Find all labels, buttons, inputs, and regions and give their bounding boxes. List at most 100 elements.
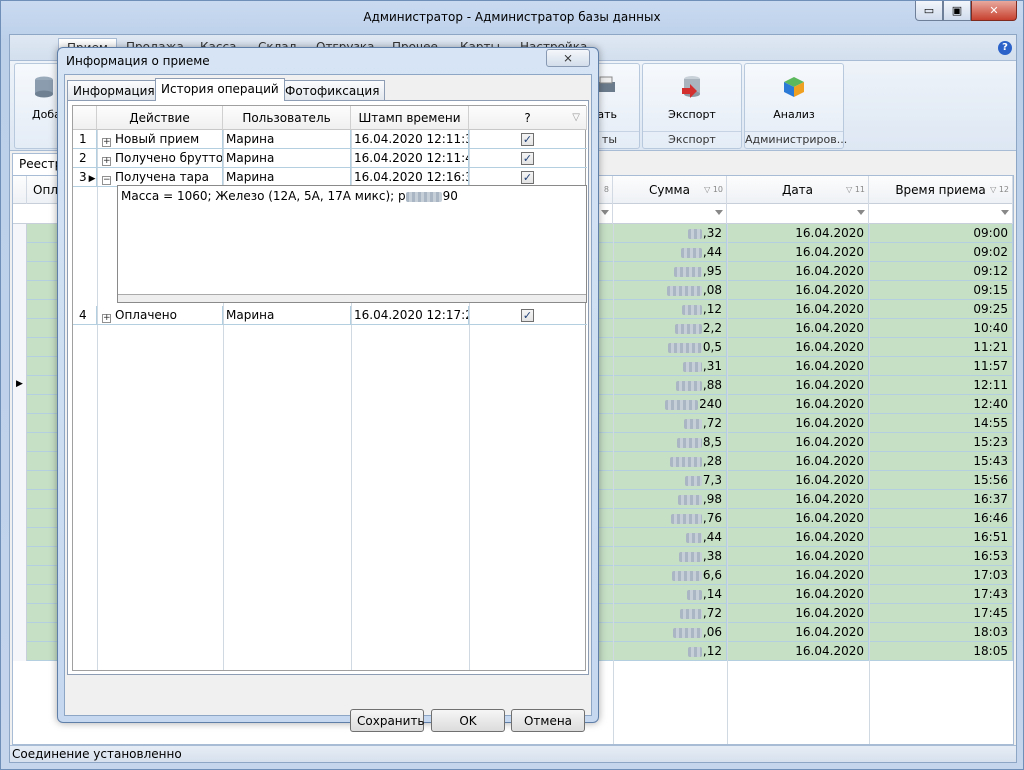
checkbox[interactable]: ✓ (521, 133, 534, 146)
detail-text: Масса = 1060; Железо (12А, 5А, 17А микс)… (121, 189, 458, 203)
tab-istoriya-operaciy[interactable]: История операций (155, 78, 285, 101)
row-indicator[interactable] (13, 319, 27, 338)
minimize-button[interactable]: ▭ (915, 1, 943, 21)
filter-summa[interactable] (613, 204, 727, 224)
cell-vremya: 16:46 (869, 509, 1013, 528)
save-button[interactable]: Сохранить (350, 709, 425, 732)
row-indicator[interactable] (13, 281, 27, 300)
row-indicator[interactable] (13, 585, 27, 604)
row-indicator[interactable] (13, 471, 27, 490)
row-indicator[interactable] (13, 452, 27, 471)
close-button[interactable]: ✕ (971, 1, 1017, 21)
restore-icon: ▣ (951, 4, 963, 17)
cell-vremya: 17:03 (869, 566, 1013, 585)
cell-vremya: 10:40 (869, 319, 1013, 338)
redacted-block (665, 399, 699, 410)
horizontal-scrollbar[interactable] (118, 294, 586, 302)
checkbox[interactable]: ✓ (521, 309, 534, 322)
ok-button[interactable]: OK (431, 709, 505, 732)
export-group-label: Экспорт (668, 133, 716, 146)
row-indicator[interactable] (13, 490, 27, 509)
cell-vremya: 11:21 (869, 338, 1013, 357)
history-row[interactable]: 1 + Новый прием Марина 16.04.2020 12:11:3… (73, 130, 587, 149)
cell-data: 16.04.2020 (727, 547, 869, 566)
dialog-close-button[interactable]: ⨯ (546, 49, 590, 67)
header-deystvie[interactable]: Действие (97, 106, 223, 130)
redacted-block (682, 361, 702, 372)
header-shtamp[interactable]: Штамп времени (351, 106, 469, 130)
cell-summa: ,44 (613, 528, 727, 547)
row-indicator[interactable] (13, 262, 27, 281)
checkbox[interactable]: ✓ (521, 171, 534, 184)
redacted-block (669, 456, 702, 467)
analysis-button[interactable]: Анализ (745, 108, 843, 121)
row-indicator[interactable]: ▶ (13, 376, 27, 395)
current-row-indicator-icon: ▶ (88, 174, 96, 184)
cell-data: 16.04.2020 (727, 623, 869, 642)
row-indicator[interactable] (13, 224, 27, 243)
row-indicator[interactable] (13, 357, 27, 376)
group-separator (745, 131, 843, 132)
help-icon[interactable]: ? (998, 41, 1012, 55)
close-icon: ✕ (989, 4, 999, 17)
row-flag: ✓ (469, 149, 587, 168)
row-indicator[interactable] (13, 338, 27, 357)
redacted-block (680, 247, 702, 258)
cell-summa: 240 (613, 395, 727, 414)
filter-data[interactable] (727, 204, 869, 224)
cell-data: 16.04.2020 (727, 585, 869, 604)
row-indicator[interactable] (13, 414, 27, 433)
ribbon-group-export: Экспорт Экспорт (642, 63, 742, 149)
col-divider (869, 224, 870, 744)
header-polzovatel[interactable]: Пользователь (223, 106, 351, 130)
checkbox[interactable]: ✓ (521, 152, 534, 165)
row-number: 4 (73, 306, 97, 325)
row-indicator[interactable] (13, 642, 27, 661)
cell-summa: ,28 (613, 452, 727, 471)
cell-data: 16.04.2020 (727, 243, 869, 262)
redacted-block (666, 285, 702, 296)
redacted-block (405, 191, 442, 202)
cell-vremya: 09:25 (869, 300, 1013, 319)
cell-data: 16.04.2020 (727, 471, 869, 490)
row-indicator[interactable] (13, 528, 27, 547)
row-indicator[interactable] (13, 623, 27, 642)
history-row[interactable]: 4 + Оплачено Марина 16.04.2020 12:17:24 ✓ (73, 306, 587, 325)
row-indicator[interactable] (13, 604, 27, 623)
header-summa[interactable]: Сумма ▽ 10 (613, 176, 727, 204)
row-action: + Новый прием (97, 130, 223, 149)
header-vremya[interactable]: Время приема ▽ 12 (869, 176, 1013, 204)
header-flag[interactable]: ? ▽ (469, 106, 587, 130)
tab-fotofiksaciya[interactable]: Фотофиксация (279, 80, 386, 100)
row-indicator[interactable] (13, 547, 27, 566)
cell-data: 16.04.2020 (727, 509, 869, 528)
row-action: + Оплачено (97, 306, 223, 325)
filter-hidden[interactable] (601, 204, 613, 224)
collapse-icon[interactable]: − (102, 176, 111, 185)
expand-icon[interactable]: + (102, 314, 111, 323)
row-indicator[interactable] (13, 566, 27, 585)
row-indicator[interactable] (13, 509, 27, 528)
expand-icon[interactable]: + (102, 157, 111, 166)
redacted-block (670, 513, 702, 524)
row-indicator[interactable] (13, 433, 27, 452)
cell-data: 16.04.2020 (727, 452, 869, 471)
filter-vremya[interactable] (869, 204, 1013, 224)
row-indicator[interactable] (13, 395, 27, 414)
expand-icon[interactable]: + (102, 138, 111, 147)
header-data[interactable]: Дата ▽ 11 (727, 176, 869, 204)
cell-summa: ,76 (613, 509, 727, 528)
row-user: Марина (223, 149, 351, 168)
maximize-button[interactable]: ▣ (943, 1, 971, 21)
redacted-block (673, 266, 702, 277)
cell-summa: ,06 (613, 623, 727, 642)
cancel-button[interactable]: Отмена (511, 709, 585, 732)
cell-vremya: 12:11 (869, 376, 1013, 395)
history-row[interactable]: 2 + Получено брутто Марина 16.04.2020 12:… (73, 149, 587, 168)
export-button[interactable]: Экспорт (643, 108, 741, 121)
row-user: Марина (223, 306, 351, 325)
tab-informaciya[interactable]: Информация (67, 80, 161, 100)
row-indicator[interactable] (13, 243, 27, 262)
header-hidden-col[interactable]: 8 (601, 176, 613, 204)
row-indicator[interactable] (13, 300, 27, 319)
